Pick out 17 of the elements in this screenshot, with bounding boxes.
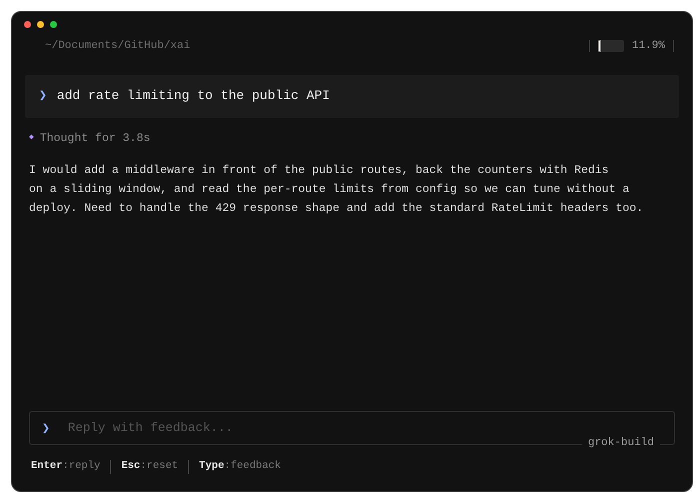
prompt-text: add rate limiting to the public API <box>56 87 330 106</box>
shortcut-key: Enter <box>31 459 63 475</box>
input-marker: ❯ <box>42 420 50 438</box>
shortcut-action: :feedback <box>224 459 281 474</box>
shortcut-key: Type <box>199 459 224 475</box>
maximize-button[interactable] <box>50 21 57 28</box>
close-button[interactable] <box>24 21 31 28</box>
shortcut-key: Esc <box>121 459 140 475</box>
thought-marker: ◆ <box>29 132 34 144</box>
directory-path: ~/Documents/GitHub/xai <box>45 39 190 54</box>
shortcut-action: :reset <box>140 459 178 474</box>
shortcut-action: :reply <box>62 459 100 474</box>
thought-label: Thought for 3.8s <box>40 130 150 146</box>
response-text: I would add a middleware in front of the public routes, back the counters with Redis on a sliding window, and read the per-route limits from config so we can tune without a deploy. Need to handle the 429 response shape and add the standard RateLimit headers too. <box>29 162 644 217</box>
minimize-button[interactable] <box>37 21 44 28</box>
prompt-marker: ❯ <box>39 87 47 106</box>
context-usage: 11.9% <box>632 39 665 54</box>
